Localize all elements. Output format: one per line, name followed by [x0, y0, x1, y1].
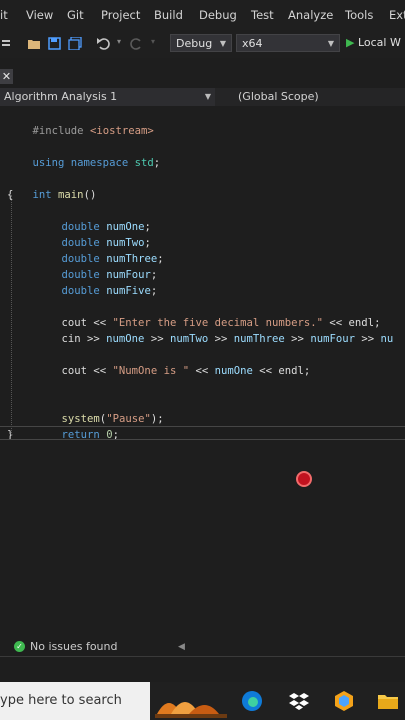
keyword-namespace: namespace: [70, 157, 129, 169]
variable: numThree: [233, 333, 285, 345]
menu-file-partial[interactable]: it: [0, 8, 8, 22]
save-all-icon[interactable]: [68, 37, 82, 50]
menu-test[interactable]: Test: [251, 8, 274, 22]
keyword-using: using: [32, 157, 65, 169]
scroll-left-icon[interactable]: ◀: [178, 638, 185, 656]
chevron-down-icon: ▼: [219, 39, 226, 48]
dropbox-icon[interactable]: [288, 690, 310, 712]
run-button[interactable]: ▶ Local W: [346, 34, 405, 52]
code-line-decl-3: double numThree;: [61, 253, 164, 265]
menu-build[interactable]: Build: [154, 8, 183, 22]
code-line-cout-numone: cout << "NumOne is " << numOne << endl;: [61, 365, 311, 377]
code-line-return: return 0;: [61, 429, 119, 441]
menu-view[interactable]: View: [26, 8, 53, 22]
code-line-decl-4: double numFour;: [61, 269, 158, 281]
namespace-std: std: [134, 157, 154, 169]
code-line-main: int main(): [32, 189, 97, 201]
keyword-double: double: [61, 285, 100, 297]
code-line-cout-prompt: cout << "Enter the five decimal numbers.…: [61, 317, 381, 329]
taskbar-search-box[interactable]: ype here to search: [0, 682, 150, 720]
platform-select[interactable]: x64 ▼: [236, 34, 340, 52]
menu-project[interactable]: Project: [101, 8, 140, 22]
play-icon: ▶: [346, 36, 355, 49]
code-line-decl-2: double numTwo;: [61, 237, 151, 249]
menu-debug[interactable]: Debug: [199, 8, 237, 22]
variable-truncated: nu: [380, 333, 394, 345]
save-icon[interactable]: [48, 37, 61, 50]
record-indicator-icon: [296, 471, 312, 487]
config-value: Debug: [176, 37, 213, 50]
variable: numOne: [106, 333, 145, 345]
include-file: <iostream>: [89, 125, 154, 137]
scope-label: (Global Scope): [238, 90, 319, 103]
file-explorer-icon[interactable]: [377, 690, 399, 712]
config-select[interactable]: Debug ▼: [170, 34, 232, 52]
menu-bar: it View Git Project Build Debug Test Ana…: [0, 0, 405, 30]
project-dropdown[interactable]: Algorithm Analysis 1 ▼: [0, 88, 215, 106]
identifier-cout: cout: [61, 365, 88, 377]
code-line-include: #include <iostream>: [7, 107, 405, 137]
search-placeholder: ype here to search: [0, 693, 122, 708]
toolbar-grip-icon: [2, 40, 10, 46]
close-tab-icon[interactable]: ✕: [0, 69, 13, 84]
issues-status[interactable]: No issues found: [30, 638, 117, 656]
project-name: Algorithm Analysis 1: [4, 90, 118, 103]
code-line-decl-5: double numFive;: [61, 285, 158, 297]
menu-analyze[interactable]: Analyze: [288, 8, 333, 22]
edge-browser-icon[interactable]: [241, 690, 263, 712]
code-line-using: using namespace std;: [32, 157, 161, 169]
code-editor[interactable]: #include <iostream> using namespace std;…: [0, 106, 405, 636]
run-label: Local W: [357, 36, 401, 49]
code-line-decl-1: double numOne;: [61, 221, 151, 233]
variable: numOne: [214, 365, 253, 377]
redo-icon[interactable]: [130, 36, 144, 50]
menu-extensions-partial[interactable]: Ext: [389, 8, 405, 22]
undo-dropdown-icon[interactable]: ▾: [117, 37, 121, 46]
redo-dropdown-icon[interactable]: ▾: [151, 37, 155, 46]
indent-guide: [11, 195, 13, 435]
open-folder-icon[interactable]: [27, 37, 41, 50]
chevron-down-icon: ▼: [204, 92, 211, 101]
code-line-cin: cin >> numOne >> numTwo >> numThree >> n…: [61, 333, 394, 345]
document-tab-strip: [0, 58, 405, 89]
current-line-highlight: [0, 426, 405, 440]
output-panel-strip: [0, 656, 405, 683]
scope-dropdown[interactable]: (Global Scope): [238, 88, 319, 106]
sydney-opera-house-icon: [155, 702, 227, 718]
variable: numFour: [310, 333, 355, 345]
editor-status-bar: ✓ No issues found ◀: [0, 638, 405, 656]
menu-tools[interactable]: Tools: [345, 8, 373, 22]
variable: numTwo: [169, 333, 209, 345]
preprocessor-directive: #include: [32, 125, 84, 137]
menu-git[interactable]: Git: [67, 8, 84, 22]
navigation-bar: Algorithm Analysis 1 ▼ (Global Scope): [0, 88, 405, 106]
undo-icon[interactable]: [96, 36, 110, 50]
chevron-down-icon: ▼: [327, 39, 334, 48]
string-literal: "NumOne is ": [112, 365, 190, 377]
platform-value: x64: [242, 37, 263, 50]
app-hexagon-icon[interactable]: [333, 690, 355, 712]
variable: numFive: [106, 285, 151, 297]
check-circle-icon: ✓: [14, 641, 25, 652]
code-line-system: system("Pause");: [61, 413, 164, 425]
identifier-cin: cin: [61, 333, 81, 345]
code-line-open-brace: {: [7, 189, 14, 201]
identifier-endl: endl: [278, 365, 304, 377]
